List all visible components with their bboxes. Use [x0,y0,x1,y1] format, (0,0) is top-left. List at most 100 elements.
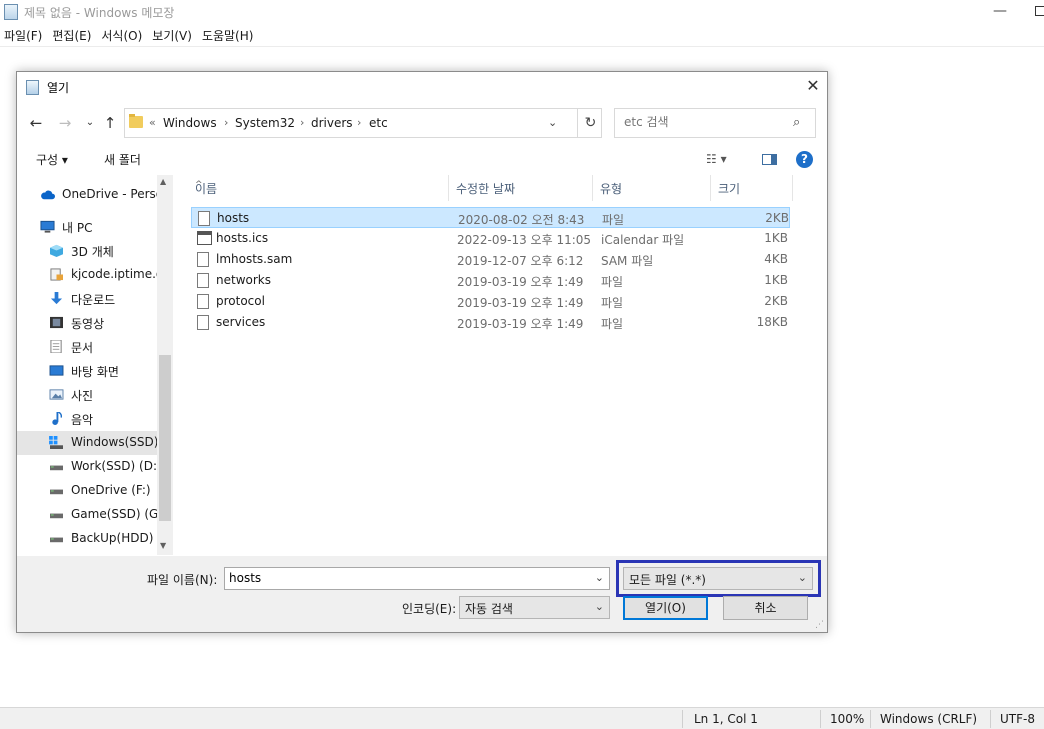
breadcrumb-separator-icon[interactable]: › [300,116,304,129]
preview-pane-icon[interactable] [762,154,777,165]
chevron-down-icon[interactable]: ⌄ [595,571,604,584]
file-name: hosts.ics [216,231,269,245]
menu-edit[interactable]: 편집(E) [48,27,97,44]
nav-label: 바탕 화면 [71,365,119,379]
file-row-networks[interactable]: networks 2019-03-19 오후 1:49 파일 1KB [191,270,790,291]
column-date-label: 수정한 날짜 [456,182,516,196]
refresh-icon[interactable]: ↻ [577,109,603,137]
breadcrumb-etc[interactable]: etc [369,116,388,130]
scrollbar-thumb[interactable] [159,355,171,521]
file-row-services[interactable]: services 2019-03-19 오후 1:49 파일 18KB [191,312,790,333]
resize-grip-icon[interactable]: ⋰ [815,620,824,630]
nav-item-this-pc[interactable]: 내 PC [17,215,173,239]
close-icon[interactable]: ✕ [803,76,823,96]
chevron-down-icon[interactable]: ⌄ [595,600,604,613]
nav-item-network-drive[interactable]: kjcode.iptime.org [17,263,173,287]
drive-icon [50,489,63,495]
filename-combobox[interactable]: ⌄ [224,567,610,590]
forward-arrow-icon[interactable]: → [55,113,75,133]
overflow-chevron-icon[interactable]: « [149,116,156,129]
nav-item-drive-f[interactable]: OneDrive (F:) [17,479,173,503]
help-icon[interactable]: ? [796,151,813,168]
address-dropdown-icon[interactable]: ⌄ [548,116,557,129]
back-arrow-icon[interactable]: ← [26,113,46,133]
nav-item-documents[interactable]: 문서 [17,335,173,359]
nav-item-drive-g[interactable]: Game(SSD) (G:) [17,503,173,527]
column-header-date[interactable]: 수정한 날짜 [450,175,592,201]
column-header-type[interactable]: 유형 [594,175,710,201]
maximize-button[interactable] [1035,6,1044,16]
nav-item-3d-objects[interactable]: 3D 개체 [17,239,173,263]
chevron-down-icon[interactable]: ⌄ [798,571,807,584]
column-divider[interactable] [592,175,593,201]
status-separator [820,710,821,728]
open-button[interactable]: 열기(O) [623,596,708,620]
file-row-hosts-ics[interactable]: hosts.ics 2022-09-13 오후 11:05 iCalendar … [191,228,790,249]
file-date: 2019-12-07 오후 6:12 [457,254,584,268]
status-position: Ln 1, Col 1 [694,712,758,726]
nav-label: OneDrive (F:) [71,483,151,497]
scroll-up-arrow-icon[interactable]: ▲ [160,177,166,186]
column-divider[interactable] [448,175,449,201]
up-arrow-icon[interactable]: ↑ [100,113,120,133]
drive-icon [50,537,63,543]
menu-view[interactable]: 보기(V) [148,27,198,44]
file-icon [197,252,209,267]
navigation-bar: ← → ⌄ ↑ « Windows › System32 › drivers ›… [17,108,827,138]
column-header-size[interactable]: 크기 [712,175,792,201]
file-row-protocol[interactable]: protocol 2019-03-19 오후 1:49 파일 2KB [191,291,790,312]
picture-icon [49,389,64,400]
nav-item-onedrive[interactable]: OneDrive - Personal [17,183,173,207]
network-drive-icon [50,268,63,281]
breadcrumb-separator-icon[interactable]: › [224,116,228,129]
recent-locations-chevron-icon[interactable]: ⌄ [80,113,100,133]
nav-item-pictures[interactable]: 사진 [17,383,173,407]
column-size-label: 크기 [718,182,741,196]
status-encoding: UTF-8 [1000,712,1035,726]
nav-item-drive-d[interactable]: Work(SSD) (D:) [17,455,173,479]
breadcrumb-drivers[interactable]: drivers [311,116,353,130]
nav-item-drive-h[interactable]: BackUp(HDD) (H:) [17,527,173,551]
file-type-filter-dropdown[interactable]: 모든 파일 (*.*) ⌄ [623,567,813,590]
column-divider[interactable] [792,175,793,201]
new-folder-button[interactable]: 새 폴더 [104,151,141,168]
file-name: hosts [217,211,250,225]
encoding-dropdown[interactable]: 자동 검색 ⌄ [459,596,610,619]
address-bar[interactable]: « Windows › System32 › drivers › etc ⌄ ↻ [124,108,602,138]
document-icon [50,340,62,353]
organize-button[interactable]: 구성 ▾ [36,151,68,168]
file-row-hosts[interactable]: hosts 2020-08-02 오전 8:43 파일 2KB [191,207,790,228]
minimize-button[interactable]: — [993,3,1007,19]
breadcrumb-windows[interactable]: Windows [163,116,217,130]
nav-item-drive-c[interactable]: Windows(SSD) (C:) [17,431,173,455]
scroll-down-arrow-icon[interactable]: ▼ [160,541,166,550]
search-box[interactable]: ⌕ [614,108,816,138]
breadcrumb-separator-icon[interactable]: › [357,116,361,129]
status-zoom: 100% [830,712,865,726]
dialog-title: 열기 [47,80,70,95]
cancel-button[interactable]: 취소 [723,596,808,620]
menu-file[interactable]: 파일(F) [0,27,48,44]
menu-help[interactable]: 도움말(H) [198,27,260,44]
encoding-label: 인코딩(E): [402,602,457,616]
column-header-name[interactable]: 이름 ^ [189,175,448,201]
nav-item-desktop[interactable]: 바탕 화면 [17,359,173,383]
nav-item-music[interactable]: 음악 [17,407,173,431]
nav-item-videos[interactable]: 동영상 [17,311,173,335]
notepad-scrollbar[interactable] [1034,46,1044,706]
filename-input[interactable] [229,571,579,585]
column-divider[interactable] [710,175,711,201]
nav-item-downloads[interactable]: 다운로드 [17,287,173,311]
column-type-label: 유형 [600,182,623,196]
computer-icon [40,220,55,233]
file-row-lmhosts[interactable]: lmhosts.sam 2019-12-07 오후 6:12 SAM 파일 4K… [191,249,790,270]
change-view-icon[interactable]: ☷ ▾ [706,152,727,166]
search-icon[interactable]: ⌕ [793,115,800,130]
menu-format[interactable]: 서식(O) [97,27,148,44]
search-input[interactable] [624,115,784,129]
file-date: 2020-08-02 오전 8:43 [458,213,585,227]
breadcrumb-system32[interactable]: System32 [235,116,295,130]
status-separator [682,710,683,728]
file-type-filter-value: 모든 파일 (*.*) [629,573,706,587]
navigation-scrollbar[interactable]: ▲ ▼ [157,175,173,555]
